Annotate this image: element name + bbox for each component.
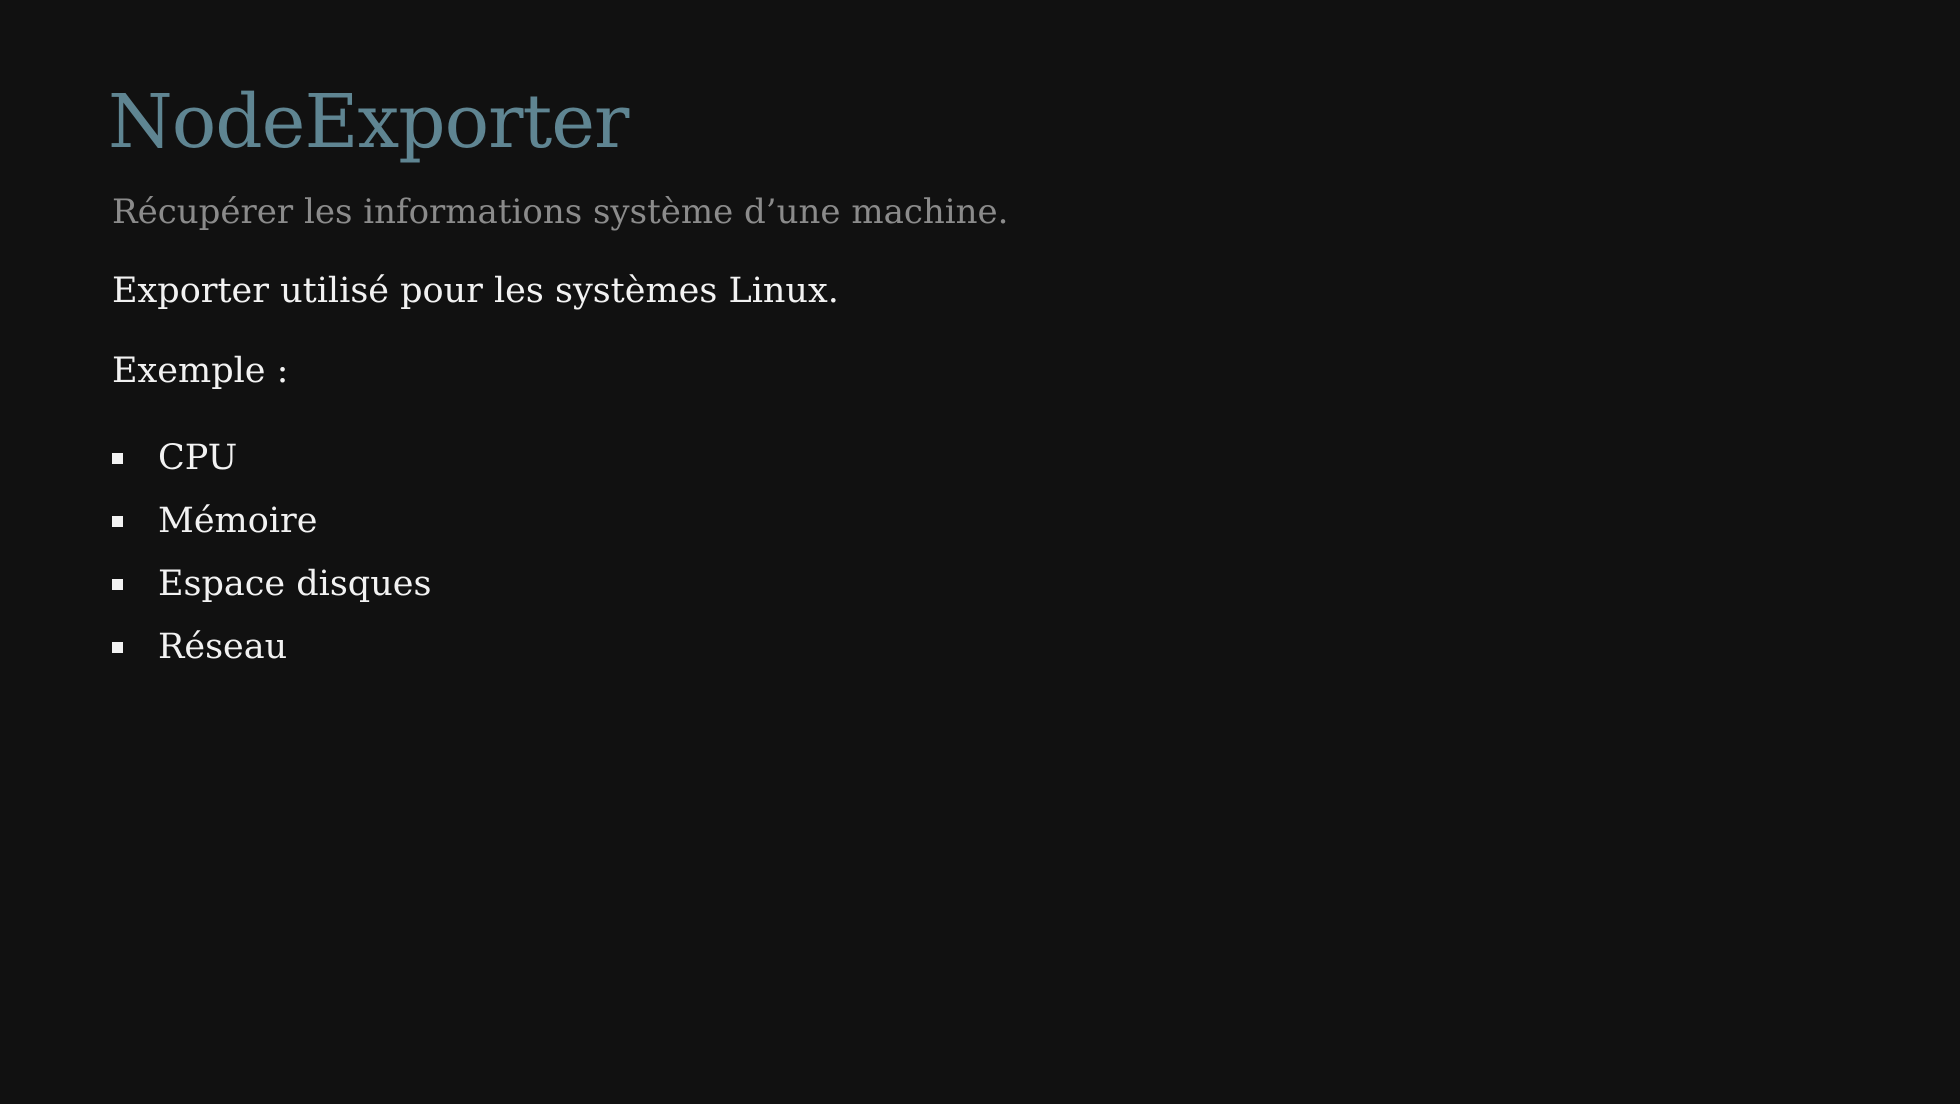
list-item-espace-disques: Espace disques [112,564,1960,604]
list-item-reseau: Réseau [112,627,1960,667]
presentation-slide: NodeExporter Récupérer les informations … [0,0,1960,1104]
list-item-label: Espace disques [158,564,432,604]
square-bullet-icon [112,578,123,590]
description-text: Exporter utilisé pour les systèmes Linux… [112,271,839,311]
square-bullet-icon [112,452,123,464]
square-bullet-icon [112,641,123,653]
example-list: CPU Mémoire Espace disques Réseau [112,438,1960,667]
list-item-label: Réseau [158,627,288,667]
list-item-cpu: CPU [112,438,1960,478]
list-item-label: Mémoire [158,501,318,541]
square-bullet-icon [112,515,123,527]
list-item-memoire: Mémoire [112,501,1960,541]
list-item-label: CPU [158,438,238,478]
example-label: Exemple : [112,351,289,391]
slide-subtitle: Récupérer les informations système d’une… [112,192,1009,232]
slide-title: NodeExporter [108,79,629,165]
